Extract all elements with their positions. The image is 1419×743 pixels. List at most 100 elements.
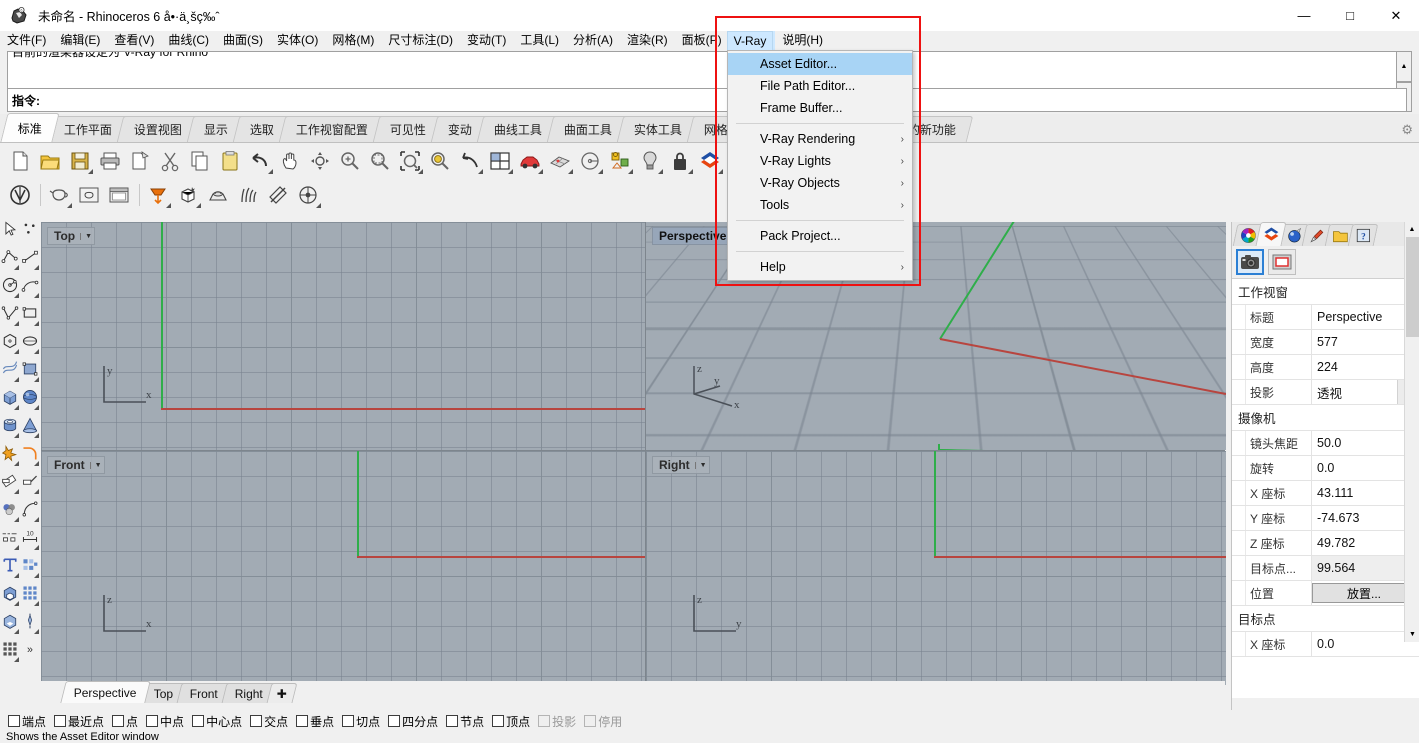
menu-render[interactable]: 渲染(R)	[620, 31, 675, 51]
osnap-checkbox[interactable]	[492, 715, 504, 727]
open-file-icon[interactable]	[36, 147, 64, 175]
menu-solid[interactable]: 实体(O)	[270, 31, 325, 51]
flyout-indicator-icon[interactable]	[598, 169, 603, 174]
surface-edit-icon[interactable]	[20, 355, 40, 383]
vray-menu-item-tools[interactable]: Tools›	[728, 194, 912, 216]
property-value[interactable]: 50.0	[1312, 431, 1419, 455]
vray-menu-item-frame-buffer[interactable]: Frame Buffer...	[728, 97, 912, 119]
block-icon[interactable]	[0, 579, 20, 607]
menu-file[interactable]: 文件(F)	[0, 31, 53, 51]
teapot-frame-icon[interactable]	[75, 181, 103, 209]
copy-icon[interactable]	[186, 147, 214, 175]
scrollbar-thumb[interactable]	[1406, 237, 1419, 337]
save-file-icon[interactable]	[66, 147, 94, 175]
vray-light-icon[interactable]	[144, 181, 172, 209]
flyout-indicator-icon[interactable]	[166, 203, 171, 208]
lock-icon[interactable]	[666, 147, 694, 175]
flyout-indicator-icon[interactable]	[14, 517, 19, 522]
vray-menu-item-help[interactable]: Help›	[728, 256, 912, 278]
flyout-indicator-icon[interactable]	[34, 433, 39, 438]
rp-tab-properties[interactable]	[1255, 222, 1286, 246]
viewport-front[interactable]: z x Front ▼	[41, 451, 645, 685]
osnap-checkbox[interactable]	[146, 715, 158, 727]
osnap-checkbox[interactable]	[388, 715, 400, 727]
flyout-indicator-icon[interactable]	[268, 169, 273, 174]
osnap-5[interactable]: 交点	[250, 713, 288, 730]
surface-from-curves-icon[interactable]	[0, 355, 20, 383]
paste-icon[interactable]	[216, 147, 244, 175]
boolean-icon[interactable]	[0, 439, 20, 467]
rotate-view-icon[interactable]	[306, 147, 334, 175]
scroll-up-icon[interactable]: ▲	[1405, 222, 1419, 237]
flyout-indicator-icon[interactable]	[508, 169, 513, 174]
vray-logo-icon[interactable]	[6, 181, 34, 209]
chevron-right-icon[interactable]: ›	[901, 156, 904, 167]
property-value[interactable]: 0.0	[1312, 632, 1419, 656]
car-render-icon[interactable]	[516, 147, 544, 175]
flyout-indicator-icon[interactable]	[14, 321, 19, 326]
osnap-7[interactable]: 切点	[342, 713, 380, 730]
zoom-extents-icon[interactable]	[396, 147, 424, 175]
chevron-right-icon[interactable]: ›	[901, 200, 904, 211]
flyout-indicator-icon[interactable]	[14, 489, 19, 494]
command-line[interactable]: 指令:	[7, 88, 1407, 112]
flyout-indicator-icon[interactable]	[538, 169, 543, 174]
menu-mesh[interactable]: 网格(M)	[325, 31, 381, 51]
flyout-indicator-icon[interactable]	[34, 377, 39, 382]
cone-icon[interactable]	[20, 411, 40, 439]
curve-tools-icon[interactable]	[0, 523, 20, 551]
flyout-indicator-icon[interactable]	[628, 169, 633, 174]
menu-help[interactable]: 说明(H)	[775, 31, 830, 51]
vray-proxy-icon[interactable]	[204, 181, 232, 209]
menu-panels[interactable]: 面板(P)	[675, 31, 729, 51]
more-icon[interactable]: »	[20, 635, 40, 663]
vray-menu-item-pack-project[interactable]: Pack Project...	[728, 225, 912, 247]
menu-surface[interactable]: 曲面(S)	[216, 31, 270, 51]
rp-tab-help[interactable]: ?	[1348, 224, 1379, 246]
vray-fur-icon[interactable]	[234, 181, 262, 209]
property-value[interactable]: 43.111	[1312, 481, 1419, 505]
flyout-indicator-icon[interactable]	[34, 573, 39, 578]
chevron-down-icon[interactable]: ▼	[80, 233, 92, 240]
flyout-indicator-icon[interactable]	[14, 573, 19, 578]
zoom-selected-icon[interactable]	[426, 147, 454, 175]
osnap-8[interactable]: 四分点	[388, 713, 438, 730]
flyout-indicator-icon[interactable]	[34, 517, 39, 522]
sphere-icon[interactable]	[20, 383, 40, 411]
chevron-right-icon[interactable]: ›	[901, 262, 904, 273]
cplane-icon[interactable]	[546, 147, 574, 175]
flyout-indicator-icon[interactable]	[34, 265, 39, 270]
flyout-indicator-icon[interactable]	[34, 405, 39, 410]
osnap-checkbox[interactable]	[250, 715, 262, 727]
flyout-indicator-icon[interactable]	[658, 169, 663, 174]
blend-icon[interactable]	[0, 495, 20, 523]
zoom-in-icon[interactable]	[336, 147, 364, 175]
menu-vray-active[interactable]: V-Ray	[727, 31, 773, 50]
flyout-indicator-icon[interactable]	[418, 169, 423, 174]
split-icon[interactable]	[20, 467, 40, 495]
flyout-indicator-icon[interactable]	[14, 349, 19, 354]
menu-analyze[interactable]: 分析(A)	[566, 31, 620, 51]
arc-icon[interactable]	[20, 271, 40, 299]
menu-curve[interactable]: 曲线(C)	[161, 31, 216, 51]
undo-icon[interactable]	[246, 147, 274, 175]
line-segment-icon[interactable]	[20, 243, 40, 271]
viewport-right[interactable]: z y Right ▼	[646, 451, 1226, 685]
scroll-down-icon[interactable]: ▼	[1405, 627, 1419, 642]
vray-decal-icon[interactable]	[294, 181, 322, 209]
flyout-indicator-icon[interactable]	[316, 203, 321, 208]
flyout-indicator-icon[interactable]	[14, 405, 19, 410]
flyout-indicator-icon[interactable]	[14, 657, 19, 662]
light-icon[interactable]	[636, 147, 664, 175]
osnap-checkbox[interactable]	[192, 715, 204, 727]
flyout-indicator-icon[interactable]	[14, 433, 19, 438]
flyout-indicator-icon[interactable]	[14, 293, 19, 298]
property-value[interactable]: 577	[1312, 330, 1419, 354]
osnap-3[interactable]: 中点	[146, 713, 184, 730]
osnap-2[interactable]: 点	[112, 713, 138, 730]
chevron-right-icon[interactable]: ›	[901, 134, 904, 145]
flyout-indicator-icon[interactable]	[34, 489, 39, 494]
property-value[interactable]: -74.673	[1312, 506, 1419, 530]
vray-menu-item-v-ray-rendering[interactable]: V-Ray Rendering›	[728, 128, 912, 150]
gear-icon[interactable]: ⚙	[1401, 122, 1413, 138]
